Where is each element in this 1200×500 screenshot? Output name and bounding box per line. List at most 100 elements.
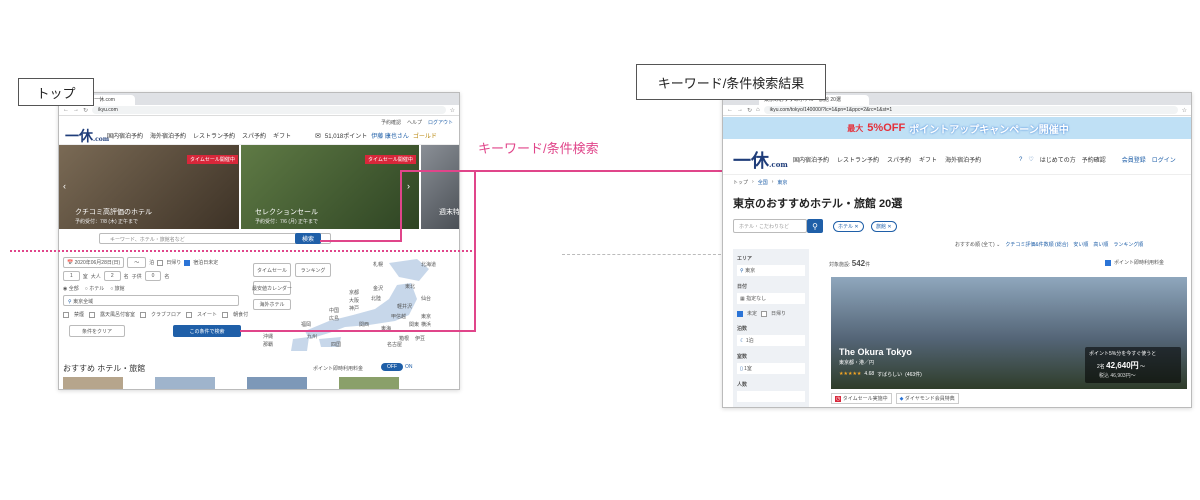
area-filter[interactable]: ⚲ 東京 [737,265,805,276]
map-tokyo[interactable]: 東京 [421,313,431,320]
map-yokohama[interactable]: 横浜 [421,321,431,328]
map-kyoto[interactable]: 京都 [349,289,359,296]
recommend-card-4[interactable] [339,377,399,389]
link-first-time[interactable]: はじめての方 [1040,155,1076,164]
nav-gift[interactable]: ギフト [273,131,291,140]
nav-overseas[interactable]: 海外宿泊予約 [945,155,981,164]
result-search-input[interactable]: ホテル・こだわりなど [733,219,807,233]
carousel-next-icon[interactable]: › [407,181,410,191]
close-icon[interactable]: ✕ [887,224,891,230]
user-name[interactable]: 伊藤 康也さん [371,131,409,140]
map-okinawa[interactable]: 沖縄 [263,333,273,340]
link-register[interactable]: 会員登録 [1122,155,1146,164]
breadcrumb-all[interactable]: 全国 [758,179,768,186]
nav-spa[interactable]: スパ予約 [887,155,911,164]
map-kyushu[interactable]: 九州 [307,333,317,340]
recommend-card-3[interactable] [247,377,307,389]
home-icon[interactable]: ⌂ [756,107,760,113]
sort-review[interactable]: クチコミ評価&件数順 (総合) [1005,241,1068,248]
url-field[interactable]: ikyu.com [92,106,446,114]
nights-filter[interactable]: ☾ 1泊 [737,335,805,346]
chip-hotel[interactable]: ホテル ✕ [833,221,864,232]
check-openbath[interactable] [89,311,96,318]
sort-cheap[interactable]: 安い順 [1073,241,1088,248]
check-nonsmoking[interactable] [63,311,69,318]
children-select[interactable]: 0 [144,271,162,281]
search-conditions-button[interactable]: この条件で検索 [173,325,241,337]
hero-slide-3[interactable]: 週末特 [421,145,459,229]
toggle-on[interactable]: ON [405,364,413,370]
sort-ranking[interactable]: ランキング順 [1113,241,1143,248]
clear-conditions-button[interactable]: 条件をクリア [69,325,125,337]
back-icon[interactable]: ← [63,107,69,113]
map-hokkaido[interactable]: 北海道 [421,261,436,268]
url-field-right[interactable]: ikyu.com/tokyo/140000/?lc=1&pn=1&ppc=2&r… [763,106,1178,114]
carousel-prev-icon[interactable]: ‹ [63,181,66,191]
header-link-help[interactable]: ヘルプ [407,119,422,126]
site-logo[interactable]: 一休.com [65,126,109,146]
star-icon[interactable]: ☆ [1182,107,1187,114]
keyword-search-button[interactable]: 検索 [295,233,321,244]
sort-expensive[interactable]: 高い順 [1093,241,1108,248]
keyword-search-input[interactable]: キーワード、ホテル・旅館名など [110,236,185,243]
map-kanto[interactable]: 関東 [409,321,419,328]
map-nagoya[interactable]: 名古屋 [387,341,402,348]
result-search-button[interactable]: ⚲ [807,219,823,233]
radio-all[interactable]: ◉ 全部 [63,285,79,292]
back-icon[interactable]: ← [727,107,733,113]
hero-slide-2[interactable]: タイムセール開催中 セレクションセール 予約受付：7/6 (月) 正午まで › [241,145,419,229]
map-shikoku[interactable]: 四国 [331,341,341,348]
radio-hotel[interactable]: ○ ホテル [85,285,104,292]
undecided-checkbox[interactable] [184,259,191,266]
sort-recommended[interactable]: おすすめ順 (全て) ⌄ [955,241,1000,248]
nav-domestic[interactable]: 国内宿泊予約 [107,131,143,140]
header-link-logout[interactable]: ログアウト [428,119,453,126]
day-trip-checkbox[interactable] [157,259,164,266]
hero-slide-1[interactable]: タイムセール開催中 クチコミ高評価のホテル 予約受付：7/8 (木) 正午まで … [59,145,239,229]
nav-restaurant[interactable]: レストラン予約 [837,155,879,164]
hotel-card-image[interactable]: The Okura Tokyo 東京都・港／円 ★★★★★ 4.68 すばらしい… [831,277,1187,389]
header-link-reservation[interactable]: 予約確認 [381,119,401,126]
undecided-checkbox[interactable] [737,310,743,317]
reload-icon[interactable]: ↻ [83,107,88,114]
adults-select[interactable]: 2 [103,271,121,281]
map-osaka[interactable]: 大阪 [349,297,359,304]
date-field[interactable]: 📅 2020年06月28日(日) [63,257,125,268]
day-trip-checkbox[interactable] [761,310,768,317]
map-naha[interactable]: 那覇 [263,341,273,348]
date-filter[interactable]: ▦ 指定なし [737,293,805,304]
help-icon[interactable]: ? [1019,157,1022,163]
recommend-card-2[interactable] [155,377,215,389]
heart-icon[interactable]: ♡ [1028,156,1033,163]
map-sendai[interactable]: 仙台 [421,295,431,302]
breadcrumb-tokyo[interactable]: 東京 [777,179,787,186]
people-filter[interactable] [737,391,805,402]
close-icon[interactable]: ✕ [854,224,858,230]
mail-icon[interactable]: ✉ [315,132,321,140]
rooms-filter[interactable]: ▯ 1室 [737,363,805,374]
nav-restaurant[interactable]: レストラン予約 [193,131,235,140]
map-karuizawa[interactable]: 軽井沢 [397,303,412,310]
check-suite[interactable] [186,311,193,318]
link-login[interactable]: ログイン [1152,155,1176,164]
star-icon[interactable]: ☆ [450,107,455,114]
forward-icon[interactable]: → [73,107,79,113]
map-tohoku[interactable]: 東北 [405,283,415,290]
nav-spa[interactable]: スパ予約 [242,131,266,140]
nav-overseas[interactable]: 海外宿泊予約 [150,131,186,140]
hotel-name[interactable]: The Okura Tokyo [839,347,912,357]
map-kansai[interactable]: 関西 [359,321,369,328]
point-toggle-checkbox[interactable] [1105,259,1111,266]
nav-gift[interactable]: ギフト [919,155,937,164]
chip-ryokan[interactable]: 旅館 ✕ [871,221,897,232]
map-sapporo[interactable]: 札幌 [373,261,383,268]
radio-ryokan[interactable]: ○ 旅館 [110,285,124,292]
breadcrumb-top[interactable]: トップ [733,179,748,186]
link-reservation[interactable]: 予約確認 [1082,155,1106,164]
map-chugoku[interactable]: 中国 [329,307,339,314]
map-kanazawa[interactable]: 金沢 [373,285,383,292]
map-fukuoka[interactable]: 福岡 [301,321,311,328]
map-hokuriku[interactable]: 北陸 [371,295,381,302]
nav-domestic[interactable]: 国内宿泊予約 [793,155,829,164]
map-kobe[interactable]: 神戸 [349,305,359,312]
